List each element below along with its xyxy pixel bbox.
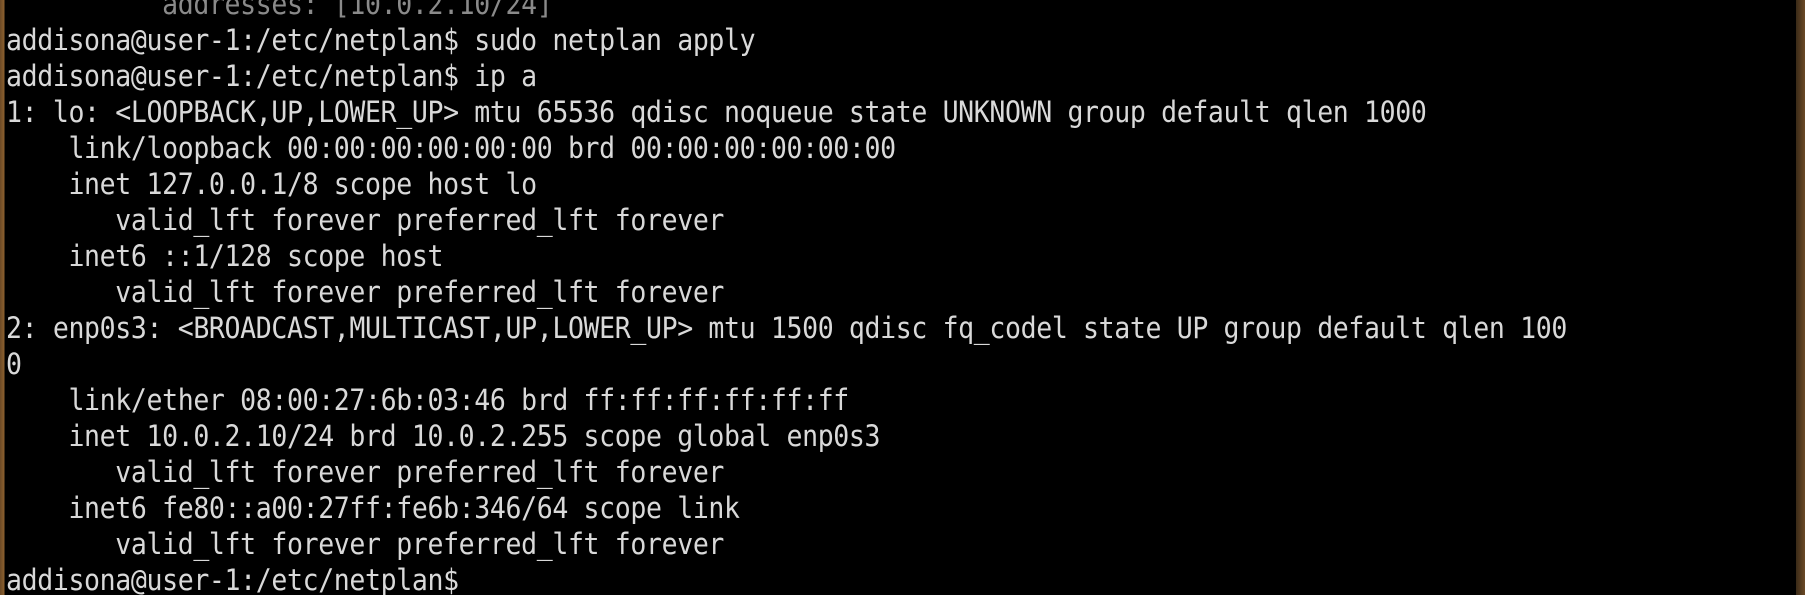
- terminal-line-output: inet 10.0.2.10/24 brd 10.0.2.255 scope g…: [6, 419, 881, 453]
- terminal-line-output: 1: lo: <LOOPBACK,UP,LOWER_UP> mtu 65536 …: [6, 95, 1427, 129]
- terminal-line-output: 0: [6, 347, 22, 381]
- terminal-line-output: inet 127.0.0.1/8 scope host lo: [6, 167, 537, 201]
- terminal-window: addresses: [10.0.2.10/24] addisona@user-…: [0, 0, 1805, 595]
- terminal-line-output: link/loopback 00:00:00:00:00:00 brd 00:0…: [6, 131, 896, 165]
- terminal-line-output: link/ether 08:00:27:6b:03:46 brd ff:ff:f…: [6, 383, 849, 417]
- terminal-line-command: addisona@user-1:/etc/netplan$ ip a: [6, 59, 537, 93]
- terminal-output[interactable]: addresses: [10.0.2.10/24] addisona@user-…: [6, 0, 1796, 595]
- terminal-line-output: valid_lft forever preferred_lft forever: [6, 455, 725, 489]
- terminal-prompt[interactable]: addisona@user-1:/etc/netplan$: [6, 562, 1644, 595]
- terminal-line-output: inet6 ::1/128 scope host: [6, 239, 444, 273]
- terminal-line-output: valid_lft forever preferred_lft forever: [6, 203, 725, 237]
- terminal-line-command: addisona@user-1:/etc/netplan$ sudo netpl…: [6, 23, 756, 57]
- terminal-line-partial: addresses: [10.0.2.10/24]: [6, 0, 553, 21]
- terminal-line-output: valid_lft forever preferred_lft forever: [6, 527, 725, 561]
- terminal-line-output: 2: enp0s3: <BROADCAST,MULTICAST,UP,LOWER…: [6, 311, 1567, 345]
- terminal-line-output: valid_lft forever preferred_lft forever: [6, 275, 725, 309]
- terminal-line-output: inet6 fe80::a00:27ff:fe6b:346/64 scope l…: [6, 491, 740, 525]
